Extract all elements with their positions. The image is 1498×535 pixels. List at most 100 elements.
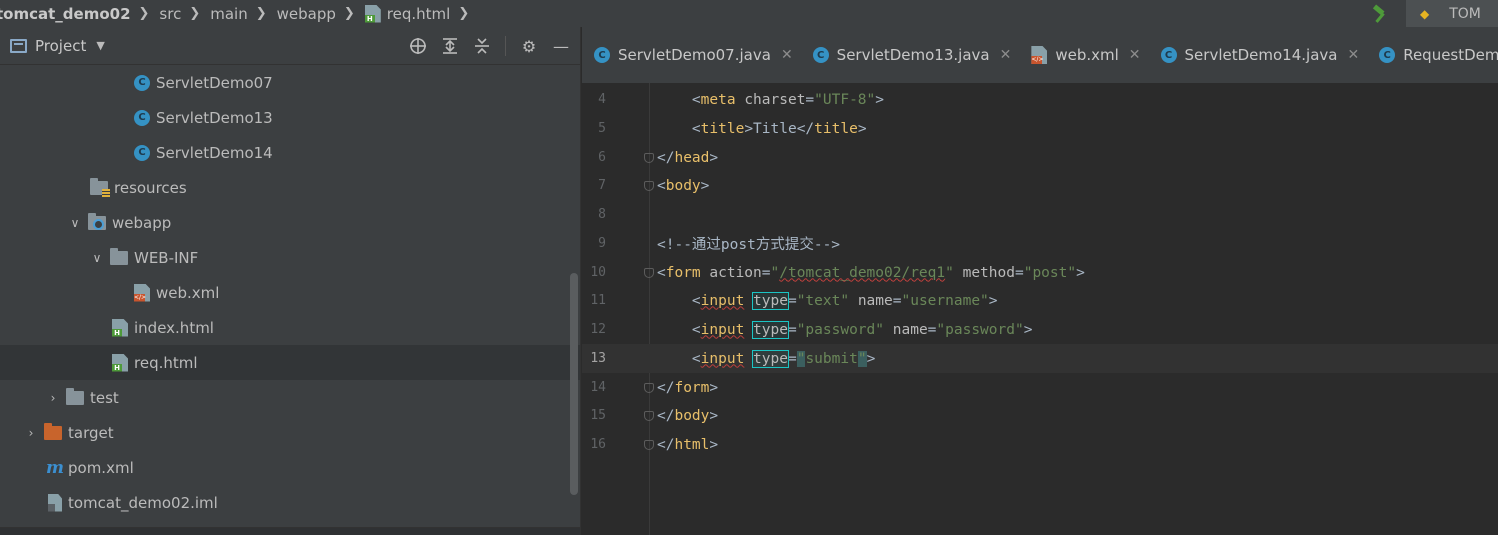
- close-icon[interactable]: ✕: [781, 47, 793, 63]
- vertical-scrollbar[interactable]: [570, 273, 578, 495]
- breadcrumb-item-src[interactable]: src ❯: [159, 5, 210, 23]
- excluded-folder-icon: [44, 422, 62, 440]
- chevron-down-icon[interactable]: ▼: [96, 39, 104, 52]
- tree-item-servletdemo13[interactable]: C ServletDemo13: [0, 100, 580, 135]
- fold-marker-icon[interactable]: [644, 383, 654, 393]
- code-line[interactable]: 4 <meta charset="UTF-8">: [582, 85, 1498, 114]
- tree-item-target[interactable]: › target: [0, 415, 580, 450]
- project-view-selector[interactable]: Project: [35, 37, 86, 55]
- chevron-down-icon[interactable]: ∨: [90, 251, 104, 265]
- tree-item-resources[interactable]: resources: [0, 170, 580, 205]
- toolbar-divider: [505, 36, 506, 56]
- code-text: </head>: [657, 149, 719, 166]
- tab-label: RequestDemo1.jav: [1403, 46, 1498, 64]
- java-class-icon: C: [1160, 47, 1177, 63]
- tree-item-label: tomcat_demo02.iml: [68, 493, 218, 512]
- gear-icon[interactable]: ⚙: [518, 35, 540, 57]
- tree-item-index-html[interactable]: index.html: [0, 310, 580, 345]
- fold-marker-icon[interactable]: [644, 153, 654, 163]
- code-line[interactable]: 16 </html>: [582, 430, 1498, 459]
- build-hammer-icon[interactable]: [1370, 3, 1390, 24]
- tree-item-web-xml[interactable]: web.xml: [0, 275, 580, 310]
- code-line[interactable]: 9 <!--通过post方式提交-->: [582, 229, 1498, 258]
- breadcrumb-item-project[interactable]: tomcat_demo02 ❯: [0, 5, 159, 23]
- code-line[interactable]: 11 <input type="text" name="username">: [582, 286, 1498, 315]
- tree-item-req-html[interactable]: req.html: [0, 345, 580, 380]
- code-text: <title>Title</title>: [691, 120, 867, 137]
- java-class-icon: C: [134, 109, 150, 126]
- folder-icon: [66, 387, 84, 405]
- java-class-icon: C: [134, 144, 150, 161]
- line-number: 9: [598, 236, 606, 251]
- html-file-icon: [364, 4, 381, 23]
- tree-item-servletdemo14[interactable]: C ServletDemo14: [0, 135, 580, 170]
- run-configuration-select[interactable]: ◆ TOM: [1406, 0, 1498, 27]
- close-icon[interactable]: ✕: [1129, 47, 1141, 63]
- chevron-down-icon[interactable]: ∨: [68, 216, 82, 230]
- java-class-icon: C: [1379, 47, 1396, 63]
- fold-marker-icon[interactable]: [644, 268, 654, 278]
- code-text: <meta charset="UTF-8">: [691, 91, 884, 108]
- html-file-icon: [112, 318, 128, 337]
- tree-item-servletdemo07[interactable]: C ServletDemo07: [0, 65, 580, 100]
- breadcrumb-label: webapp: [276, 4, 336, 23]
- code-line[interactable]: 8: [582, 200, 1498, 229]
- tree-item-label: resources: [114, 178, 187, 197]
- tab-servletdemo07[interactable]: C ServletDemo07.java ✕: [582, 27, 801, 83]
- hide-panel-icon[interactable]: —: [550, 35, 572, 57]
- breadcrumb-item-webapp[interactable]: webapp ❯: [277, 5, 365, 23]
- tree-item-test[interactable]: › test: [0, 380, 580, 415]
- code-text: <input type="password" name="password">: [691, 320, 1033, 339]
- project-window-icon: [10, 38, 27, 53]
- tree-item-pom-xml[interactable]: m pom.xml: [0, 450, 580, 485]
- tree-item-webapp[interactable]: ∨ webapp: [0, 205, 580, 240]
- web-folder-icon: [88, 212, 106, 230]
- code-line[interactable]: 5 <title>Title</title>: [582, 114, 1498, 143]
- tree-item-web-inf[interactable]: ∨ WEB-INF: [0, 240, 580, 275]
- code-line[interactable]: 10 <form action="/tomcat_demo02/req1" me…: [582, 258, 1498, 287]
- xml-file-icon: [1031, 46, 1048, 64]
- code-text: </form>: [657, 379, 719, 396]
- close-icon[interactable]: ✕: [1347, 47, 1359, 63]
- code-line[interactable]: 6 </head>: [582, 143, 1498, 172]
- code-comment: <!--通过post方式提交-->: [657, 237, 841, 253]
- xml-file-icon: [134, 283, 150, 302]
- code-line[interactable]: 12 <input type="password" name="password…: [582, 315, 1498, 344]
- code-line[interactable]: 14 </form>: [582, 373, 1498, 402]
- tab-servletdemo13[interactable]: C ServletDemo13.java ✕: [801, 27, 1020, 83]
- close-icon[interactable]: ✕: [1000, 47, 1012, 63]
- chevron-right-icon: ❯: [138, 6, 150, 21]
- code-line[interactable]: 7 <body>: [582, 171, 1498, 200]
- java-class-icon: C: [134, 74, 150, 91]
- chevron-right-icon: ❯: [189, 6, 201, 21]
- line-number: 8: [598, 207, 606, 222]
- line-number: 15: [590, 408, 606, 423]
- tab-servletdemo14[interactable]: C ServletDemo14.java ✕: [1149, 27, 1368, 83]
- module-file-icon: [48, 493, 62, 512]
- breadcrumb-item-file[interactable]: req.html ❯: [364, 4, 479, 23]
- fold-marker-icon[interactable]: [644, 411, 654, 421]
- code-editor[interactable]: 4 <meta charset="UTF-8"> 5 <title>Title<…: [582, 83, 1498, 535]
- tree-item-label: WEB-INF: [134, 248, 199, 267]
- expand-all-icon[interactable]: [439, 35, 461, 57]
- breadcrumb-label: src: [159, 4, 182, 23]
- collapse-all-icon[interactable]: [471, 35, 493, 57]
- line-number: 13: [590, 351, 606, 366]
- fold-marker-icon[interactable]: [644, 181, 654, 191]
- fold-marker-icon[interactable]: [644, 440, 654, 450]
- tab-web-xml[interactable]: web.xml ✕: [1019, 27, 1148, 83]
- locate-target-icon[interactable]: [407, 35, 429, 57]
- code-text: <input type="text" name="username">: [691, 291, 998, 310]
- horizontal-scrollbar-track: [0, 527, 580, 535]
- folder-icon: [110, 247, 128, 265]
- chevron-right-icon[interactable]: ›: [46, 391, 60, 405]
- code-line-current[interactable]: 13 <input type="submit">: [582, 344, 1498, 373]
- chevron-right-icon: ❯: [255, 6, 267, 21]
- chevron-right-icon[interactable]: ›: [24, 426, 38, 440]
- tree-item-iml[interactable]: tomcat_demo02.iml: [0, 485, 580, 520]
- tab-requestdemo1[interactable]: C RequestDemo1.jav: [1367, 27, 1498, 83]
- breadcrumb-item-main[interactable]: main ❯: [210, 5, 276, 23]
- code-line[interactable]: 15 </body>: [582, 401, 1498, 430]
- line-number: 12: [590, 322, 606, 337]
- tree-item-label: target: [68, 423, 114, 442]
